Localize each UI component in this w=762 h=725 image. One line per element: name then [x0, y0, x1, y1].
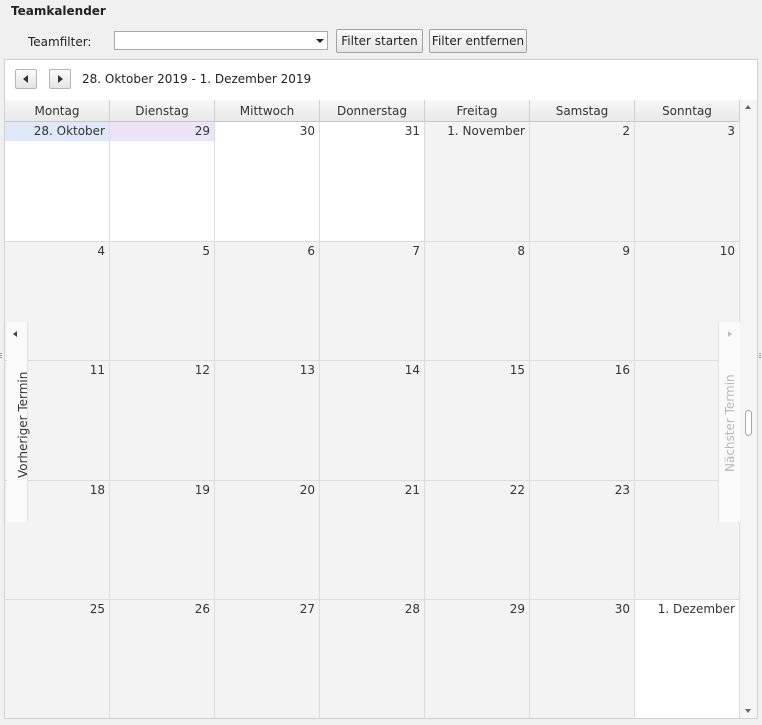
- day-cell[interactable]: 26: [110, 600, 215, 718]
- weekday-header-saturday: Samstag: [530, 100, 635, 122]
- day-number: 26: [194, 602, 210, 616]
- day-number: 29: [110, 122, 214, 141]
- next-appointment-label: Nächster Termin: [723, 374, 737, 472]
- day-cell[interactable]: 7: [320, 241, 425, 361]
- week-row: 4 5 6 7 8 9 10: [5, 241, 740, 361]
- arrow-right-icon: [728, 331, 732, 337]
- scroll-thumb[interactable]: [745, 410, 752, 436]
- weekday-header-thursday: Donnerstag: [320, 100, 425, 122]
- arrow-left-icon: [13, 331, 17, 337]
- day-number: 15: [509, 363, 525, 377]
- day-number: 14: [404, 363, 420, 377]
- day-cell[interactable]: 14: [320, 361, 425, 481]
- day-cell[interactable]: 27: [215, 600, 320, 718]
- weekday-header-row: Montag Dienstag Mittwoch Donnerstag Frei…: [5, 100, 740, 122]
- day-number: 21: [404, 482, 420, 497]
- scroll-down-icon[interactable]: [745, 709, 751, 713]
- filter-remove-button[interactable]: Filter entfernen: [429, 29, 527, 53]
- day-number: 20: [299, 482, 315, 497]
- day-number: 19: [194, 482, 210, 497]
- day-number: 29: [509, 602, 525, 616]
- day-number: 10: [719, 243, 735, 258]
- next-period-button[interactable]: [49, 69, 71, 89]
- arrow-right-icon: [58, 75, 63, 83]
- arrow-left-icon: [23, 75, 28, 83]
- day-cell[interactable]: 19: [110, 480, 215, 600]
- day-cell[interactable]: 3: [635, 122, 740, 242]
- previous-appointment-label: Vorheriger Termin: [16, 371, 30, 478]
- day-number: 27: [299, 602, 315, 616]
- day-number: 7: [412, 243, 420, 258]
- day-number: 13: [299, 363, 315, 377]
- day-number: 30: [299, 124, 315, 138]
- week-row: 25 26 27 28 29 30 1. Dezember: [5, 600, 740, 718]
- teamfilter-combobox[interactable]: [114, 31, 328, 50]
- day-cell[interactable]: 29: [110, 122, 215, 242]
- day-cell[interactable]: 15: [425, 361, 530, 481]
- chevron-down-icon[interactable]: [316, 39, 324, 43]
- day-number: 22: [509, 482, 525, 497]
- day-number: 6: [307, 243, 315, 258]
- day-number: 11: [89, 363, 105, 377]
- window-title: Teamkalender: [11, 4, 106, 18]
- day-number: 1. Dezember: [657, 602, 735, 616]
- day-cell[interactable]: 22: [425, 480, 530, 600]
- day-cell[interactable]: 23: [530, 480, 635, 600]
- day-cell[interactable]: 6: [215, 241, 320, 361]
- splitter-grip-left[interactable]: [0, 353, 3, 359]
- day-cell[interactable]: 25: [5, 600, 110, 718]
- next-appointment-button[interactable]: Nächster Termin: [718, 322, 740, 522]
- day-cell[interactable]: 31: [320, 122, 425, 242]
- day-cell[interactable]: 30: [215, 122, 320, 242]
- date-range-label: 28. Oktober 2019 - 1. Dezember 2019: [82, 72, 312, 86]
- weekday-header-sunday: Sonntag: [635, 100, 740, 122]
- day-number: 8: [517, 243, 525, 258]
- previous-period-button[interactable]: [15, 69, 37, 89]
- day-number: 23: [614, 482, 630, 497]
- day-cell[interactable]: 9: [530, 241, 635, 361]
- day-number: 31: [404, 124, 420, 138]
- day-number: 3: [727, 124, 735, 138]
- weekday-header-monday: Montag: [5, 100, 110, 122]
- day-number: 5: [202, 243, 210, 258]
- day-cell[interactable]: 13: [215, 361, 320, 481]
- day-number: 16: [614, 363, 630, 377]
- day-number: 4: [97, 243, 105, 258]
- weekday-header-tuesday: Dienstag: [110, 100, 215, 122]
- week-row: 11 12 13 14 15 16 17: [5, 361, 740, 481]
- scroll-up-icon[interactable]: [745, 105, 751, 109]
- day-number: 28. Oktober: [5, 122, 109, 141]
- day-number: 18: [89, 482, 105, 497]
- day-cell[interactable]: 29: [425, 600, 530, 718]
- day-number: 1. November: [447, 124, 525, 138]
- day-number: 25: [89, 602, 105, 616]
- weekday-header-wednesday: Mittwoch: [215, 100, 320, 122]
- day-number: 28: [404, 602, 420, 616]
- day-cell[interactable]: 1. Dezember: [635, 600, 740, 718]
- day-number: 9: [622, 243, 630, 258]
- day-cell[interactable]: 28: [320, 600, 425, 718]
- day-cell[interactable]: 30: [530, 600, 635, 718]
- day-cell[interactable]: 28. Oktober: [5, 122, 110, 242]
- day-cell[interactable]: 16: [530, 361, 635, 481]
- week-row: 28. Oktober 29 30 31 1. November 2 3: [5, 122, 740, 242]
- day-number: 12: [194, 363, 210, 377]
- day-cell[interactable]: 8: [425, 241, 530, 361]
- day-cell[interactable]: 1. November: [425, 122, 530, 242]
- day-number: 30: [614, 602, 630, 616]
- previous-appointment-button[interactable]: Vorheriger Termin: [7, 322, 30, 522]
- day-cell[interactable]: 5: [110, 241, 215, 361]
- day-cell[interactable]: 12: [110, 361, 215, 481]
- month-grid: Montag Dienstag Mittwoch Donnerstag Frei…: [5, 100, 740, 718]
- day-cell[interactable]: 21: [320, 480, 425, 600]
- vertical-scrollbar[interactable]: [740, 100, 757, 718]
- calendar-panel: 28. Oktober 2019 - 1. Dezember 2019 Mont…: [4, 59, 758, 719]
- filter-start-button[interactable]: Filter starten: [336, 29, 423, 53]
- week-row: 18 19 20 21 22 23 24: [5, 480, 740, 600]
- day-number: 2: [622, 124, 630, 138]
- weekday-header-friday: Freitag: [425, 100, 530, 122]
- day-cell[interactable]: 20: [215, 480, 320, 600]
- teamfilter-label: Teamfilter:: [28, 35, 92, 49]
- day-cell[interactable]: 2: [530, 122, 635, 242]
